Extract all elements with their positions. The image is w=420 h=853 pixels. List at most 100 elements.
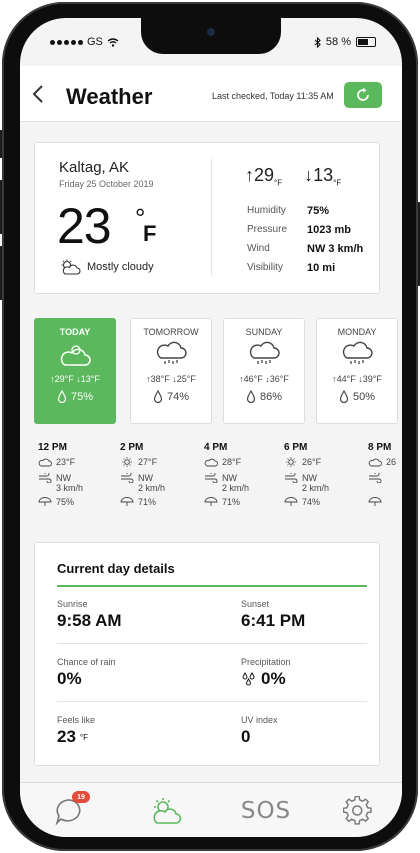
tab-settings[interactable] [338,793,378,829]
chance-of-rain-item: Chance of rain 0% [57,657,116,688]
precipitation-icon [242,672,255,686]
wind-icon [39,473,52,483]
status-bar: GS 58 % [50,36,376,52]
chevron-left-icon[interactable] [32,84,44,107]
sun-icon [286,457,296,467]
forecast-rain: 86% [224,390,304,403]
temperature-unit: F [143,221,157,246]
partly-cloudy-icon [61,259,81,275]
forecast-rain: 74% [131,390,211,403]
umbrella-icon [38,497,52,506]
sun-icon [122,457,132,467]
low-temp: ↓13°F [304,165,342,188]
forecast-temps: ↑29°F ↓13°F [50,374,100,384]
forecast-card-tomorrow[interactable]: TOMORROW ↑38°F ↓25°F 74% [130,318,212,424]
hour-label: 4 PM [204,442,228,453]
weather-icon [153,798,182,824]
wind-icon [205,473,218,483]
bluetooth-icon [314,36,321,48]
signal-icon [50,39,83,45]
umbrella-icon [204,497,218,506]
stat-wind: Wind NW 3 km/h [247,242,364,255]
forecast-temps: ↑44°F ↓39°F [332,374,382,384]
forecast-day-label: SUNDAY [245,327,283,337]
camera [207,28,215,36]
wind-icon [285,473,298,483]
current-weather-card: Kaltag, AK Friday 25 October 2019 23 ° F… [34,142,380,294]
details-accent-line [57,585,367,587]
forecast-card-sunday[interactable]: SUNDAY ↑46°F ↓36°F 86% [223,318,305,424]
current-date: Friday 25 October 2019 [59,179,154,189]
refresh-button[interactable] [344,82,382,108]
stat-pressure: Pressure 1023 mb [247,223,352,236]
drop-icon [246,390,256,403]
hourly-item: 12 PM 23°F NW 3 km/h 75% [38,442,116,513]
details-title: Current day details [57,561,175,576]
hourly-forecast[interactable]: 12 PM 23°F NW 3 km/h 75% 2 PM 27°F NW 2 km… [20,442,402,526]
drop-icon [153,390,163,403]
card-divider [211,159,212,275]
forecast-rain: 75% [35,390,115,403]
cloud-icon [368,458,382,467]
forecast-day-label: TOMORROW [143,327,199,337]
wind-icon [121,473,134,483]
hourly-item: 8 PM 26 [368,442,402,513]
battery-percent: 58 % [325,36,351,48]
high-low-row: ↑29°F ↓13°F [245,165,341,188]
drop-icon [339,390,349,403]
umbrella-icon [120,497,134,506]
screen: GS 58 % Weather Last checked, Today 11:3… [20,18,402,837]
details-separator [57,643,367,644]
sunset-item: Sunset 6:41 PM [241,599,306,630]
drop-icon [57,390,67,403]
forecast-card-today[interactable]: TODAY ↑29°F ↓13°F 75% [34,318,116,424]
hour-label: 6 PM [284,442,308,453]
rain-cloud-icon [342,341,373,364]
wind-icon [369,473,382,483]
uv-index-item: UV index 0 [241,715,278,746]
forecast-card-monday[interactable]: MONDAY ↑44°F ↓39°F 50% [316,318,398,424]
forecast-day-label: TODAY [59,327,91,337]
rain-cloud-icon [249,341,280,364]
hourly-item: 2 PM 27°F NW 2 km/h 71% [120,442,198,513]
bottom-tab-bar: 19 SOS [20,782,402,837]
rain-cloud-icon [156,341,187,364]
last-checked-label: Last checked, Today 11:35 AM [212,91,334,101]
sunrise-item: Sunrise 9:58 AM [57,599,122,630]
cloud-icon [38,458,52,467]
umbrella-icon [284,497,298,506]
current-day-details-card: Current day details Sunrise 9:58 AM Suns… [34,542,380,766]
forecast-rain: 50% [317,390,397,403]
hour-label: 8 PM [368,442,392,453]
cloud-icon [60,345,91,366]
high-temp: ↑29°F [245,165,283,188]
umbrella-icon [368,497,382,506]
sos-icon: SOS [240,798,292,824]
stat-humidity: Humidity 75% [247,204,330,217]
weather-stats: Humidity 75% Pressure 1023 mb Wind NW 3 km/… [247,201,363,277]
tab-sos[interactable]: SOS [240,793,292,829]
condition-row: Mostly cloudy [59,259,154,275]
hour-label: 12 PM [38,442,67,453]
page-title: Weather [66,84,153,109]
forecast-temps: ↑46°F ↓36°F [239,374,289,384]
hour-label: 2 PM [120,442,144,453]
tab-messages[interactable]: 19 [50,791,90,829]
forecast-day-label: MONDAY [337,327,377,337]
details-separator [57,701,367,702]
carrier-label: GS [87,36,103,48]
feels-like-item: Feels like 23 °F [57,715,96,746]
tab-weather[interactable] [146,793,186,829]
condition-label: Mostly cloudy [87,261,154,273]
city-name: Kaltag, AK [59,159,130,176]
battery-icon [356,37,376,47]
messages-badge: 19 [72,791,90,803]
hourly-item: 4 PM 28°F NW 2 km/h 71% [204,442,282,513]
refresh-icon [357,87,369,101]
cloud-icon [204,458,218,467]
settings-icon [343,796,372,825]
precipitation-item: Precipitation 0% [241,657,291,688]
stat-visibility: Visibility 10 mi [247,261,336,274]
wifi-icon [107,37,119,47]
app-header: Weather Last checked, Today 11:35 AM [20,66,402,122]
